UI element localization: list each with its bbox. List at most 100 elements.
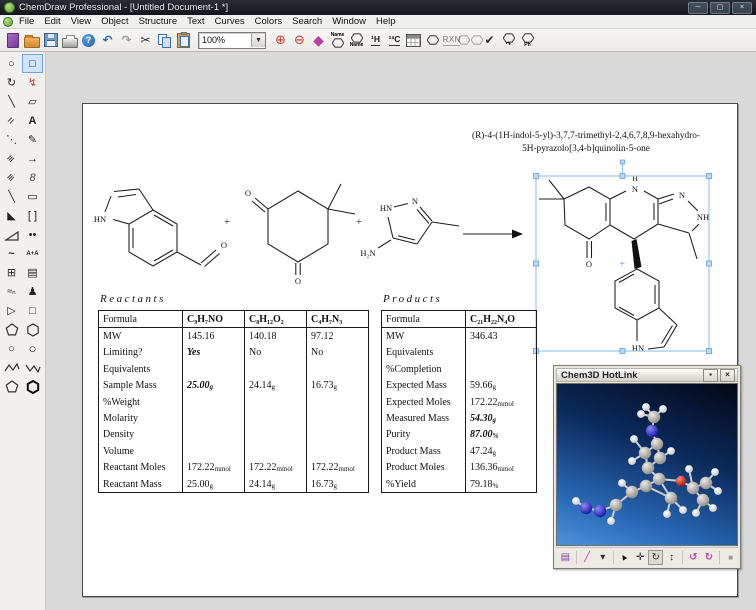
row-label[interactable]: MW [99,328,183,345]
row-label[interactable]: Formula [382,311,466,328]
analysis-table-button[interactable] [404,30,423,50]
cyclopropane-ring-tool[interactable]: ▷ [1,301,22,320]
menu-object[interactable]: Object [96,15,133,28]
table-cell[interactable]: C₂₁H₂₂N₄O [466,311,537,328]
row-label[interactable]: MW [382,328,466,345]
cyclohexane-ring-tool[interactable] [22,320,43,339]
name-to-structure-button[interactable]: Name [328,30,347,50]
template-tool[interactable]: ▤ [22,263,43,282]
table-cell[interactable]: No [307,345,369,361]
table-cell[interactable]: 79.18% [466,476,537,493]
copy-button[interactable] [155,30,174,50]
menu-structure[interactable]: Structure [134,15,183,28]
minimize-button[interactable]: ─ [688,2,708,14]
table-cell[interactable]: 136.36mmol [466,460,537,476]
clean-structure-button[interactable] [423,30,442,50]
row-label[interactable]: Volume [99,443,183,459]
row-label[interactable]: Expected Mass [382,378,466,394]
chem3d-pan-tool[interactable]: ✛ [633,550,648,565]
cyclooctane-ring-tool[interactable]: ○ [22,339,43,358]
table-cell[interactable]: 145.16 [183,328,245,345]
table-cell[interactable]: 87.00% [466,427,537,443]
table-cell[interactable]: 24.14g [245,476,307,493]
table-cell[interactable] [183,443,245,459]
chem3d-build-bond-tool[interactable]: ╱ [580,550,595,565]
table-cell[interactable]: 16.73g [307,378,369,394]
table-cell[interactable]: C₄H₇N₃ [307,311,369,328]
menu-search[interactable]: Search [287,15,327,28]
table-cell[interactable]: 172.22mmol [245,460,307,476]
dashed-bond-tool[interactable]: ⋱ [1,130,22,149]
table-cell[interactable] [245,361,307,377]
row-label[interactable]: Equivalents [99,361,183,377]
table-cell[interactable] [307,361,369,377]
table-cell[interactable] [307,443,369,459]
wavy-bond-tool[interactable]: ~ [1,244,22,263]
products-table[interactable]: FormulaC₂₁H₂₂N₄OMW346.43Equivalents%Comp… [381,310,537,493]
table-cell[interactable] [307,427,369,443]
atom-map-tool[interactable]: A+A [22,244,43,263]
cut-button[interactable]: ✂ [136,30,155,50]
table-cell[interactable]: 16.73g [307,476,369,493]
structure-to-name-button[interactable]: Name [347,30,366,50]
help-button[interactable]: ? [79,30,98,50]
menu-view[interactable]: View [66,15,96,28]
save-button[interactable] [41,30,60,50]
table-cell[interactable] [307,394,369,410]
table-cell[interactable]: No [245,345,307,361]
zoom-in-button[interactable]: ⊕ [271,30,290,50]
chem3d-build-bond-dropdown[interactable]: ▾ [595,550,610,565]
row-label[interactable]: Density [99,427,183,443]
table-cell[interactable] [245,427,307,443]
redo-button[interactable]: ↷ [117,30,136,50]
row-label[interactable]: Expected Moles [382,394,466,410]
bracket-tool[interactable]: [ ] [22,206,43,225]
table-cell[interactable] [307,410,369,426]
orbital-tool[interactable]: 8 [22,168,43,187]
chem3d-title-bar[interactable]: Chem3D HotLink ▪× [556,368,738,382]
menu-text[interactable]: Text [182,15,209,28]
print-button[interactable] [60,30,79,50]
row-label[interactable]: %Yield [382,476,466,493]
chem3d-select-tool[interactable]: ▲ [617,550,632,565]
chem3d-export-button[interactable]: ▤ [558,550,573,565]
chem3d-close-button[interactable]: × [720,369,735,382]
row-label[interactable]: Product Mass [382,443,466,459]
structure-dimedone[interactable]: O O [245,184,355,286]
menu-edit[interactable]: Edit [39,15,65,28]
table-cell[interactable]: 172.22mmol [466,394,537,410]
cyclopentane-ring-tool[interactable] [1,320,22,339]
table-cell[interactable]: 172.22mmol [183,460,245,476]
reactants-table[interactable]: FormulaC₉H₇NOC₈H₁₂O₂C₄H₇N₃MW145.16140.18… [98,310,369,493]
table-cell[interactable] [183,410,245,426]
expand-label-button[interactable]: ↷ [499,30,518,50]
row-label[interactable]: %Weight [99,394,183,410]
chem3d-viewport[interactable] [556,383,738,546]
paste-button[interactable] [174,30,193,50]
row-label[interactable]: Limiting? [99,345,183,361]
table-cell[interactable] [245,410,307,426]
benzene-ring-tool[interactable] [22,377,43,396]
cyclobutane-ring-tool[interactable]: □ [22,301,43,320]
stamp-tool[interactable]: ♟ [22,282,43,301]
menu-colors[interactable]: Colors [250,15,287,28]
attachment-point-tool[interactable]: ↯ [22,73,43,92]
row-label[interactable]: Product Moles [382,460,466,476]
table-cell[interactable] [245,394,307,410]
title-bar[interactable]: ChemDraw Professional - [Untitled Docume… [0,0,756,15]
table-cell[interactable]: 25.00g [183,378,245,394]
arrow-tool[interactable]: → [22,149,43,168]
row-label[interactable]: Measured Mass [382,410,466,426]
rectangle-tool[interactable]: ▭ [22,187,43,206]
row-label[interactable]: Molarity [99,410,183,426]
products-heading[interactable]: Products [383,293,442,305]
chem3d-undock-button[interactable]: ▪ [703,369,718,382]
hashed-bond-tool[interactable]: ≡ [1,149,22,168]
table-cell[interactable]: 47.24g [466,443,537,459]
table-cell[interactable]: 59.66g [466,378,537,394]
reaction-arrow[interactable] [463,230,523,239]
undo-button[interactable]: ↶ [98,30,117,50]
chem3d-hotlink-window[interactable]: Chem3D HotLink ▪× ▤╱▾▲✛↻↕↺↻■ [553,365,741,569]
rotate-tool[interactable]: ↻ [1,73,22,92]
table-cell[interactable]: C₉H₇NO [183,311,245,328]
